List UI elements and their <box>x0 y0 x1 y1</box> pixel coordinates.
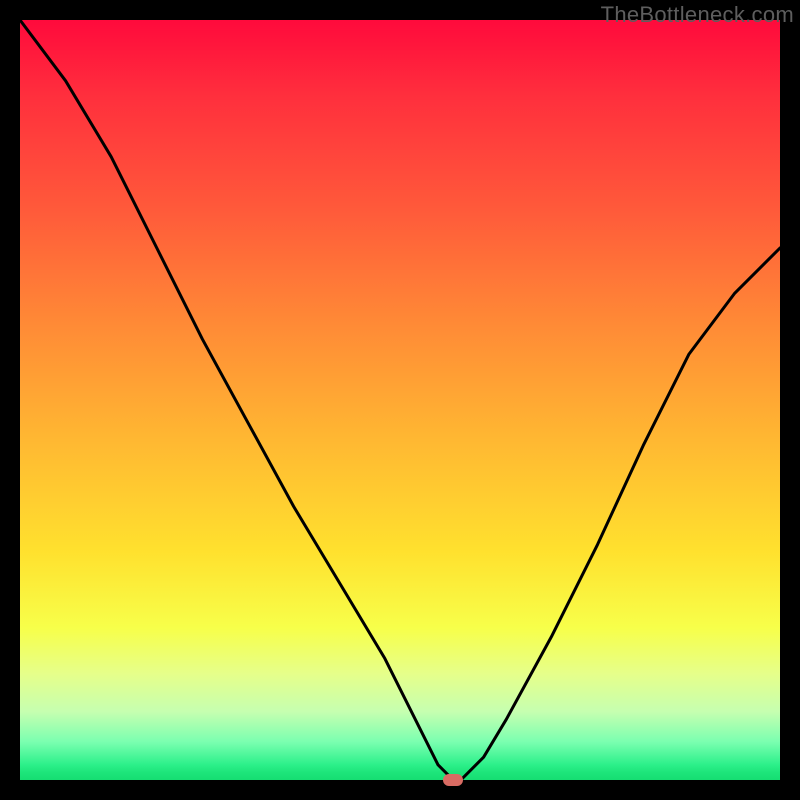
plot-gradient-background <box>20 20 780 780</box>
optimal-point-marker <box>443 774 463 786</box>
watermark-text: TheBottleneck.com <box>601 2 794 28</box>
chart-root: TheBottleneck.com <box>0 0 800 800</box>
